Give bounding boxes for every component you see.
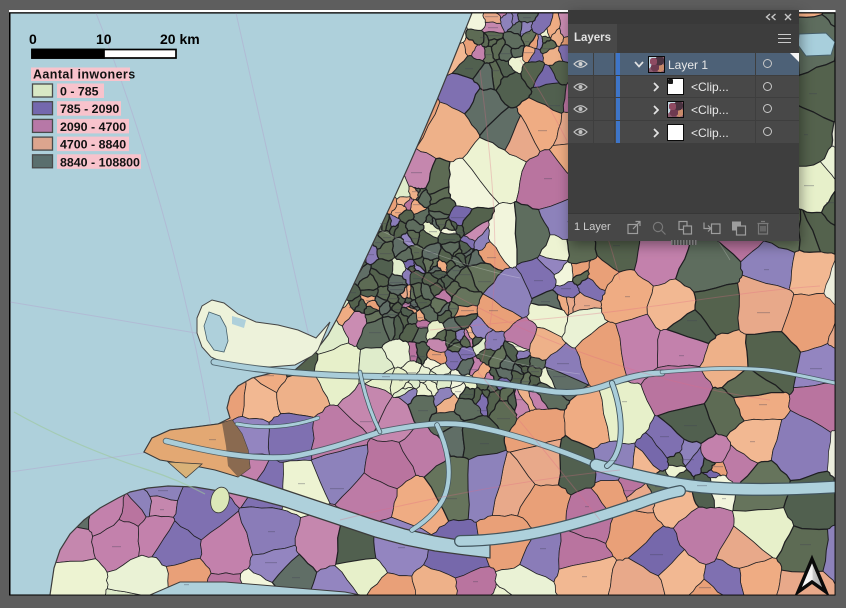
svg-text:785 - 2090: 785 - 2090 bbox=[60, 102, 119, 116]
svg-text:20 km: 20 km bbox=[160, 31, 200, 47]
svg-text:2090 - 4700: 2090 - 4700 bbox=[60, 120, 126, 134]
svg-text:4700 - 8840: 4700 - 8840 bbox=[60, 138, 126, 152]
svg-text:10: 10 bbox=[96, 31, 112, 47]
svg-text:0 - 785: 0 - 785 bbox=[60, 85, 99, 99]
svg-text:Aantal inwoners: Aantal inwoners bbox=[33, 68, 136, 82]
svg-text:0: 0 bbox=[29, 31, 37, 47]
svg-text:8840 - 108800: 8840 - 108800 bbox=[60, 155, 140, 169]
